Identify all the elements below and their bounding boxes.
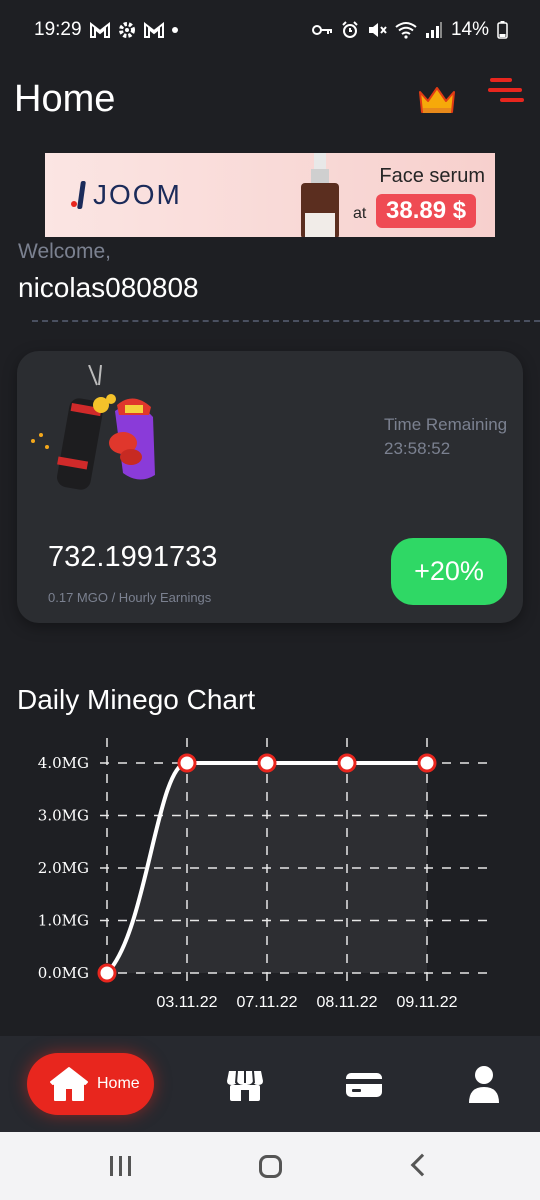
chart-point — [337, 753, 357, 773]
gmail-icon — [143, 22, 164, 38]
x-tick-label: 03.11.22 — [156, 994, 217, 1011]
battery-percent: 14% — [450, 19, 489, 40]
daily-chart: 0.0MG 1.0MG 2.0MG 3.0MG 4.0MG 03.11.22 07.11.2… — [38, 738, 495, 1011]
chart-area — [107, 763, 427, 973]
crown-icon[interactable] — [417, 84, 457, 116]
user-icon[interactable] — [464, 1065, 504, 1105]
x-tick-label: 07.11.22 — [236, 994, 297, 1011]
system-nav-bar — [0, 1132, 540, 1200]
chart-point — [257, 753, 277, 773]
y-tick-label: 4.0MG — [38, 754, 89, 772]
divider — [32, 320, 540, 322]
gmail-icon — [89, 22, 110, 38]
signal-icon — [425, 22, 442, 38]
time-remaining-value: 23:58:52 — [384, 439, 451, 458]
recents-icon[interactable] — [110, 1156, 132, 1176]
nav-home-button[interactable]: Home — [27, 1053, 154, 1115]
balance-value: 732.1991733 — [48, 541, 218, 573]
status-bar: 19:29 14% — [0, 0, 540, 60]
hourly-earnings: 0.17 MGO / Hourly Earnings — [48, 590, 212, 605]
back-icon[interactable] — [410, 1153, 434, 1177]
chart-point — [97, 963, 117, 983]
welcome-label: Welcome, — [18, 240, 111, 263]
x-tick-label: 09.11.22 — [396, 994, 457, 1011]
page-title: Home — [14, 78, 116, 120]
card-icon[interactable] — [344, 1065, 384, 1105]
y-tick-label: 1.0MG — [38, 912, 89, 930]
home-button-icon[interactable] — [259, 1155, 282, 1178]
serum-bottle-icon — [301, 153, 339, 237]
punching-bag-illustration — [31, 365, 155, 490]
ad-brand: JOOM — [93, 179, 182, 210]
boost-button[interactable]: +20% — [391, 538, 507, 605]
username: nicolas080808 — [18, 272, 199, 303]
nav-home-label: Home — [97, 1075, 140, 1092]
ad-logo-icon — [71, 181, 85, 209]
chart-point — [177, 753, 197, 773]
wifi-icon — [395, 22, 417, 39]
x-tick-label: 08.11.22 — [316, 994, 377, 1011]
ad-product-title: Face serum — [379, 165, 485, 187]
alarm-icon — [342, 21, 358, 38]
status-bar-left: 19:29 — [34, 19, 178, 41]
key-icon — [311, 25, 332, 35]
bottom-nav: Home — [0, 1036, 540, 1132]
chart-title: Daily Minego Chart — [17, 684, 256, 715]
y-tick-label: 3.0MG — [38, 807, 89, 825]
status-bar-right: 14% — [311, 19, 508, 41]
settings-icon — [118, 22, 135, 38]
ad-price: 38.89 $ — [376, 194, 477, 228]
store-icon[interactable] — [225, 1065, 265, 1105]
chart-point — [417, 753, 437, 773]
time-remaining-label: Time Remaining — [384, 415, 508, 434]
y-tick-label: 0.0MG — [38, 964, 89, 982]
y-tick-label: 2.0MG — [38, 859, 89, 877]
ad-at-label: at — [353, 205, 367, 222]
home-icon — [50, 1067, 88, 1101]
notification-dot-icon — [171, 27, 178, 33]
ad-banner[interactable]: JOOM Face serum at 38.89 $ — [45, 153, 495, 237]
battery-icon — [497, 21, 508, 39]
mining-card: Time Remaining 23:58:52 732.1991733 0.17… — [17, 351, 523, 623]
ad-logo: JOOM — [71, 179, 182, 211]
status-time: 19:29 — [34, 19, 82, 40]
menu-icon[interactable] — [488, 76, 526, 106]
mute-icon — [368, 23, 387, 37]
app-header: Home — [0, 70, 540, 130]
